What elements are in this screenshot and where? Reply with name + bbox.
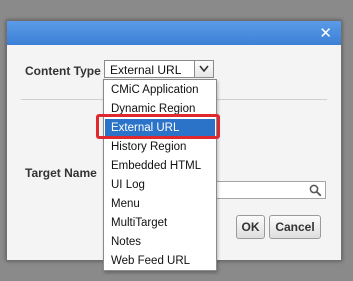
highlight-annotation-box (96, 114, 220, 139)
content-type-value: External URL (110, 63, 182, 77)
search-icon[interactable] (309, 184, 322, 197)
dropdown-option[interactable]: History Region (105, 138, 215, 157)
close-icon[interactable]: ✕ (319, 23, 332, 43)
cancel-button[interactable]: Cancel (269, 215, 321, 239)
chevron-down-icon[interactable] (194, 61, 213, 77)
dropdown-option[interactable]: MultiTarget (105, 214, 215, 233)
dropdown-option[interactable]: CMiC Application (105, 81, 215, 100)
dropdown-option[interactable]: UI Log (105, 176, 215, 195)
target-name-label: Target Name (25, 166, 97, 180)
dropdown-option[interactable]: Menu (105, 195, 215, 214)
content-type-label: Content Type (25, 64, 101, 78)
dropdown-option[interactable]: Embedded HTML (105, 157, 215, 176)
content-type-select[interactable]: External URL (104, 60, 214, 78)
content-type-dropdown-list: CMiC Application Dynamic Region External… (103, 79, 217, 271)
dropdown-option[interactable]: Web Feed URL (105, 252, 215, 271)
dropdown-option[interactable]: Notes (105, 233, 215, 252)
ok-button[interactable]: OK (236, 215, 265, 239)
dialog-titlebar: ✕ (7, 21, 341, 45)
